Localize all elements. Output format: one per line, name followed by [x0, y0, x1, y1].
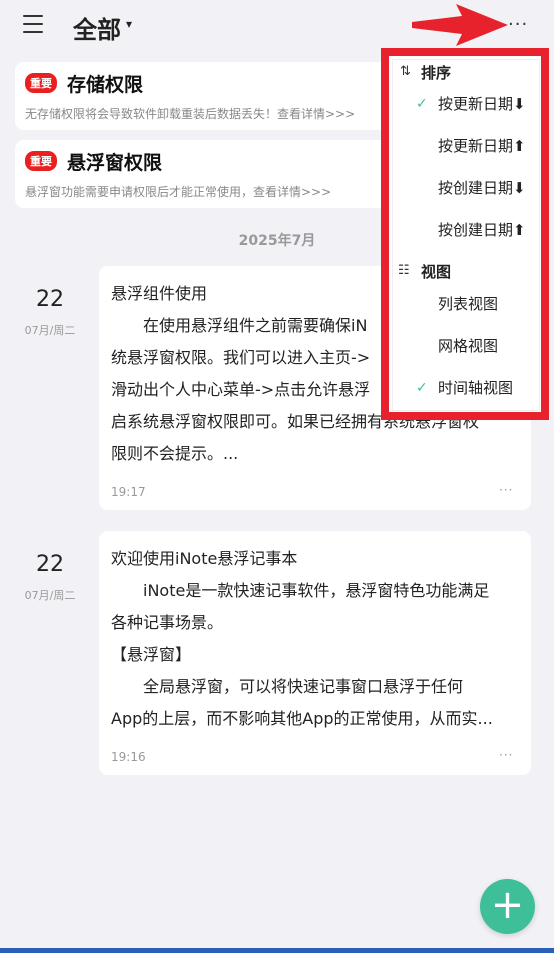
list-view-option[interactable]: 列表视图 — [438, 293, 498, 314]
note-title: 悬浮组件使用 — [111, 284, 208, 303]
important-badge: 重要 — [25, 151, 57, 171]
sort-section-title: 排序 — [421, 64, 452, 82]
grid-view-option[interactable]: 网格视图 — [438, 335, 498, 356]
note-date-weekday: 07月/周二 — [24, 324, 76, 337]
sort-by-create-asc[interactable]: 按创建日期⬆ — [438, 219, 526, 240]
note-content-line: App的上层，而不影响其他App的正常使用，从而实... — [111, 709, 493, 728]
note-content-line: 【悬浮窗】 — [111, 645, 192, 664]
top-bar: 全部 ▾ ··· — [0, 0, 554, 52]
note-content-line: 全局悬浮窗，可以将快速记事窗口悬浮于任何 — [111, 677, 464, 696]
note-content-line: iNote是一款快速记事软件，悬浮窗特色功能满足 — [111, 581, 490, 600]
hamburger-menu-icon[interactable] — [23, 15, 43, 33]
sort-icon: ⇅ — [400, 64, 411, 79]
note-more-icon[interactable]: ··· — [499, 748, 513, 762]
note-time: 19:17 — [111, 485, 146, 499]
check-icon: ✓ — [416, 96, 428, 112]
more-options-icon[interactable]: ··· — [508, 14, 534, 36]
important-badge: 重要 — [25, 73, 57, 93]
sort-by-create-desc[interactable]: 按创建日期⬇ — [438, 177, 526, 198]
bottom-edge — [0, 948, 554, 953]
note-date-day: 22 — [36, 287, 64, 312]
notice-title: 悬浮窗权限 — [67, 152, 163, 174]
note-content-line: 各种记事场景。 — [111, 613, 224, 632]
note-title: 欢迎使用iNote悬浮记事本 — [111, 549, 298, 568]
note-card[interactable]: 欢迎使用iNote悬浮记事本 iNote是一款快速记事软件，悬浮窗特色功能满足 … — [99, 531, 531, 775]
category-title[interactable]: 全部 — [73, 10, 121, 45]
notice-description[interactable]: 悬浮窗功能需要申请权限后才能正常使用，查看详情>>> — [25, 183, 331, 200]
check-icon: ✓ — [416, 380, 428, 396]
note-time: 19:16 — [111, 750, 146, 764]
notice-title: 存储权限 — [67, 74, 144, 96]
notice-description[interactable]: 无存储权限将会导致软件卸载重装后数据丢失！查看详情>>> — [25, 105, 355, 122]
view-icon: ☷ — [398, 263, 410, 278]
note-content-line: 限则不会提示。... — [111, 444, 239, 463]
add-note-button[interactable]: + — [480, 879, 535, 934]
sort-by-update-asc[interactable]: 按更新日期⬆ — [438, 135, 526, 156]
chevron-down-icon[interactable]: ▾ — [126, 17, 132, 31]
timeline-view-option[interactable]: 时间轴视图 — [438, 377, 513, 398]
note-more-icon[interactable]: ··· — [499, 483, 513, 497]
sort-by-update-desc[interactable]: 按更新日期⬇ — [438, 93, 526, 114]
view-section-title: 视图 — [421, 263, 452, 281]
note-date-weekday: 07月/周二 — [24, 589, 76, 602]
annotation-arrow-icon — [412, 4, 508, 46]
note-date-day: 22 — [36, 552, 64, 577]
